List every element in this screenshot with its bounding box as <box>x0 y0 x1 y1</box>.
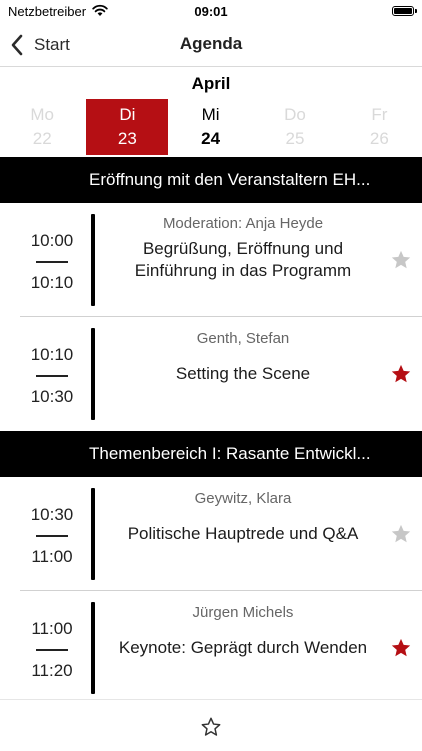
section-header[interactable]: Eröffnung mit den Veranstaltern EH... <box>0 157 422 203</box>
session-accent-bar <box>91 328 95 420</box>
session-title-line: Einführung in das Programm <box>134 261 352 280</box>
session-row[interactable]: 10:10 10:30 Genth, Stefan Setting the Sc… <box>0 317 422 431</box>
day-name: Fr <box>371 105 388 124</box>
session-speaker: Genth, Stefan <box>196 330 290 347</box>
day-name: Di <box>119 105 136 124</box>
star-icon[interactable] <box>390 523 412 545</box>
session-accent-bar <box>91 602 95 694</box>
end-time: 11:00 <box>31 547 73 566</box>
day-date: 26 <box>369 129 389 148</box>
end-time: 10:30 <box>30 387 74 406</box>
time-divider <box>36 261 68 263</box>
start-time: 10:00 <box>30 231 74 250</box>
end-time: 11:20 <box>31 661 73 680</box>
session-row[interactable]: 10:00 10:10 Moderation: Anja Heyde Begrü… <box>0 203 422 317</box>
session-title: Setting the Scene <box>175 364 311 383</box>
month-label: April <box>191 74 231 93</box>
start-time: 11:00 <box>31 619 73 638</box>
start-time: 10:30 <box>30 505 74 524</box>
session-title-line: Begrüßung, Eröffnung und <box>142 239 344 258</box>
session-title: Keynote: Geprägt durch Wenden <box>118 638 368 657</box>
session-title: Politische Hauptrede und Q&A <box>127 524 359 543</box>
day-name: Mo <box>30 105 54 124</box>
session-time: 10:00 10:10 <box>20 203 84 317</box>
navigation-bar: Start Agenda <box>0 24 422 67</box>
end-time: 10:10 <box>30 273 74 292</box>
battery-icon <box>392 6 417 16</box>
day-name: Mi <box>201 105 220 124</box>
time-divider <box>36 649 68 651</box>
star-icon[interactable] <box>390 637 412 659</box>
day-wednesday[interactable]: Mi 24 <box>168 99 252 155</box>
session-row[interactable]: 10:30 11:00 Geywitz, Klara Politische Ha… <box>0 477 422 591</box>
star-outline-icon[interactable] <box>200 716 222 738</box>
time-divider <box>36 375 68 377</box>
bottom-tab-bar <box>0 699 422 751</box>
star-icon[interactable] <box>390 249 412 271</box>
status-bar: Netzbetreiber 09:01 <box>0 0 422 24</box>
star-icon[interactable] <box>390 363 412 385</box>
day-name: Do <box>284 105 306 124</box>
start-time: 10:10 <box>30 345 74 364</box>
day-friday[interactable]: Fr 26 <box>337 99 421 155</box>
time-divider <box>36 535 68 537</box>
session-time: 10:10 10:30 <box>20 317 84 431</box>
day-selector: Mo 22 Di 23 Mi 24 Do 25 Fr 26 <box>0 99 422 155</box>
day-date: 22 <box>32 129 52 148</box>
page-title: Agenda <box>179 34 243 53</box>
session-speaker: Jürgen Michels <box>192 604 294 621</box>
session-speaker: Geywitz, Klara <box>194 490 292 507</box>
day-date: 23 <box>117 129 137 148</box>
session-time: 10:30 11:00 <box>20 477 84 591</box>
session-accent-bar <box>91 214 95 306</box>
session-speaker: Moderation: Anja Heyde <box>162 215 324 232</box>
day-date: 25 <box>285 129 305 148</box>
clock: 09:01 <box>194 4 228 19</box>
day-tuesday[interactable]: Di 23 <box>86 99 169 155</box>
day-thursday[interactable]: Do 25 <box>253 99 337 155</box>
session-accent-bar <box>91 488 95 580</box>
session-time: 11:00 11:20 <box>20 591 84 705</box>
session-row[interactable]: 11:00 11:20 Jürgen Michels Keynote: Gepr… <box>0 591 422 705</box>
day-monday[interactable]: Mo 22 <box>0 99 84 155</box>
section-header[interactable]: Themenbereich I: Rasante Entwickl... <box>0 431 422 477</box>
day-date: 24 <box>201 129 221 148</box>
